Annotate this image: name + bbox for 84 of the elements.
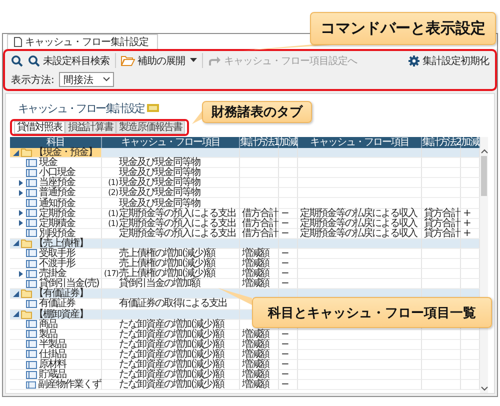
- cf-item-text: たな卸資産の増加(減少)額: [119, 320, 224, 329]
- table-cell: 定期預金等の払戻による収入: [298, 218, 422, 229]
- table-cell: 増減額: [240, 380, 279, 390]
- cf-item-text: 貸倒引当金の増加額: [119, 279, 200, 288]
- account-name[interactable]: 普通預金: [39, 188, 75, 198]
- cf-item-text: たな卸資産の増加(減少)額: [119, 380, 224, 390]
- count-label: (1): [108, 178, 118, 188]
- account-name[interactable]: 別段預金: [39, 228, 75, 238]
- group-label[interactable]: 【現金・預金】: [34, 148, 97, 158]
- table-cell: 借方合計: [240, 218, 279, 229]
- cf-item-text: たな卸資産の増加(減少)額: [119, 340, 224, 349]
- cf-item-text: 定期預金等の預入による支出: [119, 218, 236, 228]
- cf-item-text: 有価証券の取得による支出: [119, 299, 227, 308]
- statement-tab[interactable]: 損益計算書: [65, 121, 116, 134]
- account-name[interactable]: 定期積金: [39, 218, 75, 228]
- unset-account-search-button[interactable]: 未設定科目検索: [28, 54, 110, 68]
- account-name[interactable]: 不渡手形: [39, 259, 75, 268]
- cf-item-text: たな卸資産の増加(減少)額: [119, 360, 224, 370]
- cf-item-text: 現金及び現金同等物: [119, 198, 200, 208]
- cf-item-text: たな卸資産の増加(減少)額: [119, 350, 224, 359]
- callout: コマンドバーと表示設定: [310, 12, 496, 45]
- table-cell: −: [279, 350, 298, 360]
- display-method-select[interactable]: 間接法: [59, 72, 114, 87]
- table-cell: 増減額: [240, 340, 279, 350]
- table-cell: 増減額: [240, 350, 279, 360]
- cf-item-text: 売上債権の増加(減少)額: [119, 269, 215, 278]
- table-cell: −: [279, 360, 298, 370]
- table-cell: −: [279, 370, 298, 380]
- table-cell: 借方合計: [240, 208, 279, 219]
- cf-item-text: 現金及び現金同等物: [119, 188, 200, 198]
- account-name[interactable]: 貯蔵品: [39, 370, 66, 380]
- account-name[interactable]: 半製品: [39, 340, 66, 349]
- account-name[interactable]: 原材料: [39, 360, 66, 370]
- table-cell: 増減額: [240, 330, 279, 340]
- account-name[interactable]: 有価証券: [39, 299, 75, 308]
- account-name[interactable]: 仕掛品: [39, 350, 66, 359]
- cf-item-text: 現金及び現金同等物: [119, 168, 200, 178]
- table-cell: 貸方合計: [422, 208, 461, 219]
- cf-item-text: 現金及び現金同等物: [119, 158, 200, 168]
- reset-settings-button[interactable]: 集計設定初期化: [408, 54, 489, 68]
- account-name[interactable]: 小口現金: [39, 168, 75, 178]
- window-tab[interactable]: キャッシュ・フロー集計設定: [7, 34, 158, 49]
- count-label: (17): [104, 269, 118, 278]
- cf-item-text: 現金及び現金同等物: [119, 178, 200, 188]
- callout: 財務諸表のタブ: [202, 101, 312, 123]
- account-name[interactable]: 貸倒引当金(売): [39, 279, 99, 288]
- count-label: (1): [108, 208, 118, 218]
- account-name[interactable]: 製品: [39, 330, 57, 339]
- account-name[interactable]: 商品: [39, 320, 57, 329]
- table-cell: 貸方合計: [422, 218, 461, 229]
- window-title: キャッシュ・フロー集計設定: [25, 36, 148, 49]
- table-cell: −: [279, 340, 298, 350]
- table-cell: −: [279, 380, 298, 390]
- cf-item-text: たな卸資産の増加(減少)額: [119, 370, 224, 380]
- count-label: (2): [108, 188, 118, 198]
- group-label[interactable]: 【棚卸資産】: [34, 310, 88, 319]
- display-method-label: 表示方法:: [11, 74, 54, 86]
- cf-item-text: たな卸資産の増加(減少)額: [119, 330, 224, 339]
- table-cell: −: [279, 208, 298, 219]
- statement-tab[interactable]: 貸借対照表: [14, 121, 65, 134]
- account-name[interactable]: 現金: [39, 158, 57, 168]
- table-cell: −: [279, 218, 298, 229]
- account-name[interactable]: 定期預金: [39, 208, 75, 218]
- table-cell: −: [279, 330, 298, 340]
- cf-item-text: 定期預金等の預入による支出: [119, 228, 236, 238]
- table-cell: −: [279, 248, 298, 260]
- expand-sub-button[interactable]: 補助の展開: [120, 54, 185, 68]
- cf-item-text: 売上債権の増加(減少)額: [119, 259, 215, 268]
- statement-tab[interactable]: 製造原価報告書: [116, 121, 185, 134]
- page-title: キャッシュ・フロー集計設定: [18, 100, 144, 116]
- account-name[interactable]: 副産物作業くず: [38, 380, 101, 390]
- account-name[interactable]: 受取手形: [39, 248, 75, 258]
- callout: 科目とキャッシュ・フロー項目一覧: [252, 297, 492, 328]
- group-label[interactable]: 【売上債権】: [34, 238, 88, 248]
- group-label[interactable]: 【有価証券】: [34, 289, 88, 298]
- cf-item-text: 売上債権の増加(減少)額: [119, 248, 215, 258]
- table-cell: 定期預金等の払戻による収入: [298, 208, 422, 219]
- count-label: (1): [108, 218, 118, 228]
- table-cell: −: [279, 259, 298, 270]
- account-name[interactable]: 売掛金: [39, 269, 66, 278]
- cf-item-text: 定期預金等の預入による支出: [119, 208, 236, 218]
- table-cell: −: [279, 269, 298, 280]
- account-name[interactable]: 当座預金: [39, 178, 75, 188]
- account-name[interactable]: 通知預金: [39, 198, 75, 208]
